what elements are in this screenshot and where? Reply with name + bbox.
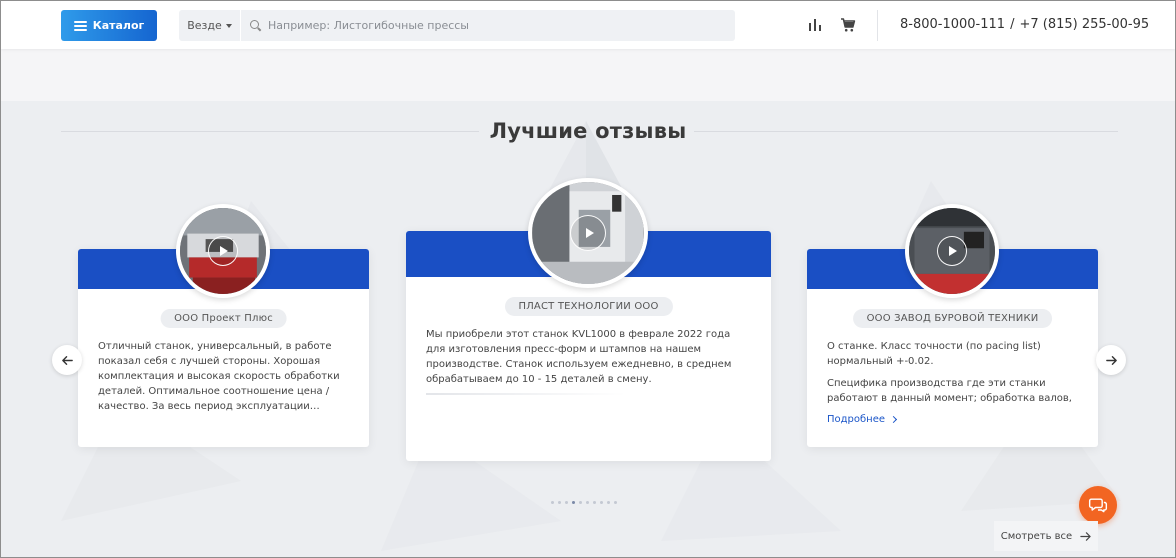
site-header: Каталог Везде 8-800-1000-111 / +7 (815) 25… [1,1,1175,49]
review-company-badge: ПЛАСТ ТЕХНОЛОГИИ ООО [504,297,673,316]
chevron-right-icon [889,415,898,424]
header-divider [877,10,878,41]
review-text: Отличный станок, универсальный, в работе… [98,341,340,412]
search-scope-label: Везде [187,19,222,32]
phone-secondary-link[interactable]: +7 (815) 255-00-95 [1019,17,1149,32]
review-video-thumbnail[interactable] [905,204,999,298]
carousel-dot[interactable] [572,501,575,504]
carousel-dot[interactable] [593,501,596,504]
arrow-right-icon [1080,531,1091,541]
compare-chart-icon[interactable] [807,17,823,33]
review-video-thumbnail[interactable] [528,178,648,288]
search-input[interactable] [262,10,735,41]
review-text-continued: Специфика производства где эти станки ра… [827,378,1072,404]
review-company-badge: ООО Проект Плюс [160,309,287,328]
chat-button[interactable] [1079,486,1117,524]
catalog-button[interactable]: Каталог [61,10,157,41]
arrow-left-icon [61,355,73,365]
carousel-dot[interactable] [579,501,582,504]
search-scope-dropdown[interactable]: Везде [179,10,241,41]
search-bar: Везде [179,10,735,41]
phone-numbers: 8-800-1000-111 / +7 (815) 255-00-95 [900,17,1149,32]
arrow-right-icon [1105,355,1117,365]
carousel-dot[interactable] [586,501,589,504]
review-text: Мы приобрели этот станок KVL1000 в февра… [426,329,732,385]
cart-icon[interactable] [840,17,856,33]
read-more-link[interactable]: Подробнее [827,414,898,425]
review-company-badge: ООО ЗАВОД БУРОВОЙ ТЕХНИКИ [852,309,1053,328]
read-more-label: Подробнее [827,414,886,425]
phone-separator: / [1010,17,1015,32]
carousel-next-button[interactable] [1096,345,1126,375]
top-strip [1,49,1175,101]
play-icon[interactable] [208,236,238,266]
caret-down-icon [225,23,232,28]
carousel-dot[interactable] [607,501,610,504]
carousel-dot[interactable] [614,501,617,504]
carousel-dot[interactable] [558,501,561,504]
catalog-label: Каталог [92,19,145,32]
section-title: Лучшие отзывы [489,119,687,143]
carousel-pagination [551,501,617,504]
search-icon [250,19,262,32]
carousel-prev-button[interactable] [52,345,82,375]
carousel-dot[interactable] [565,501,568,504]
see-all-button[interactable]: Смотреть все [994,521,1098,551]
review-text: О станке. Класс точности (по pacing list… [827,341,1041,367]
text-fade [426,393,626,395]
review-video-thumbnail[interactable] [176,204,270,298]
see-all-label: Смотреть все [1000,530,1073,542]
menu-icon [73,20,87,31]
play-icon[interactable] [570,215,606,251]
carousel-dot[interactable] [600,501,603,504]
play-icon[interactable] [937,236,967,266]
carousel-dot[interactable] [551,501,554,504]
phone-primary-link[interactable]: 8-800-1000-111 [900,17,1005,32]
chat-icon [1088,498,1108,513]
reviews-section: Лучшие отзывы ООО Проект Плюс Отличный с… [1,101,1175,557]
